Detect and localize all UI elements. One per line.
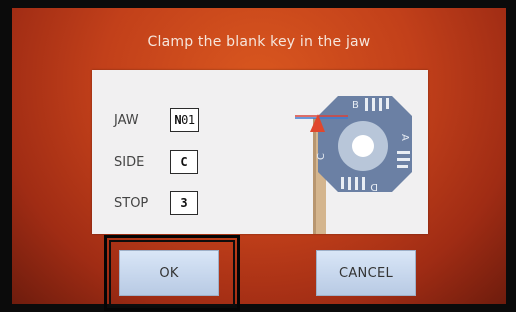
ok-button-highlight-frame-inner	[109, 240, 235, 306]
stop-value: 3	[170, 191, 198, 215]
touch-screen: Clamp the blank key in the jaw JAW N 01 S…	[12, 8, 506, 304]
jaw-value-prefix: N	[174, 113, 182, 127]
face-d-label: D	[370, 181, 378, 192]
jaw-clamp-diagram: B A D C	[295, 96, 412, 234]
side-value: C	[170, 150, 198, 174]
face-a-label: A	[399, 134, 410, 141]
stop-label: STOP	[114, 196, 149, 211]
instruction-text: Clamp the blank key in the jaw	[147, 34, 371, 50]
key-blank-edge	[313, 118, 316, 234]
jaw-center-hole	[352, 135, 374, 157]
cancel-button[interactable]: CANCEL	[316, 250, 416, 296]
jaw-label: JAW	[114, 113, 139, 128]
face-c-label: C	[316, 153, 327, 160]
jaw-value: N 01	[170, 108, 199, 132]
jaw-row: JAW N 01	[92, 108, 252, 134]
face-b-label: B	[352, 100, 359, 111]
jaw-value-number: 01	[181, 113, 195, 127]
stop-row: STOP 3	[92, 191, 252, 217]
side-label: SIDE	[114, 155, 145, 170]
jaw-settings-panel: JAW N 01 SIDE C STOP 3 B A D C	[92, 70, 428, 234]
side-row: SIDE C	[92, 150, 252, 176]
